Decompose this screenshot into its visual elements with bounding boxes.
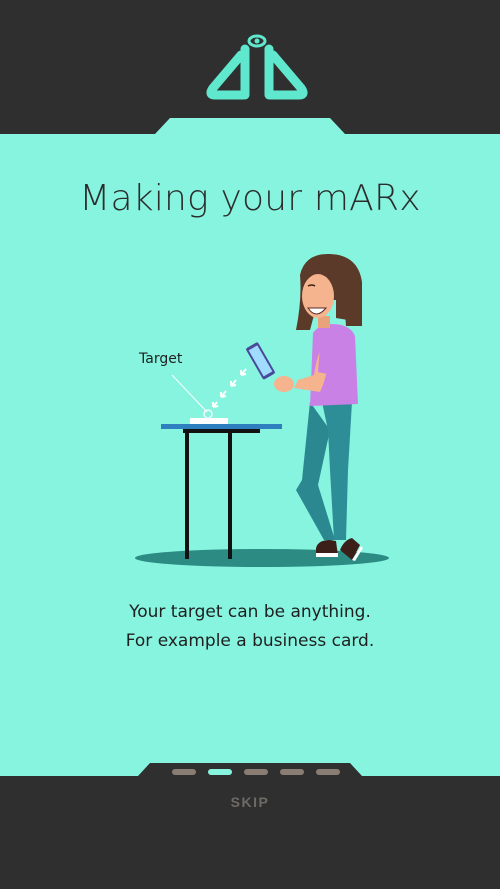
phone bbox=[246, 342, 275, 380]
page-dot-2[interactable] bbox=[208, 769, 232, 775]
target-label: Target bbox=[139, 351, 183, 367]
marx-logo-icon bbox=[206, 34, 308, 100]
scan-arrows bbox=[212, 368, 247, 408]
page-dot-1[interactable] bbox=[172, 769, 196, 775]
caption-line-2: For example a business card. bbox=[125, 631, 375, 651]
table bbox=[161, 424, 282, 559]
business-card bbox=[190, 418, 228, 424]
page-title: Making your mARx bbox=[79, 178, 421, 219]
page-indicator bbox=[172, 769, 340, 777]
page-dot-4[interactable] bbox=[280, 769, 304, 775]
illustration-woman-scanning-target bbox=[135, 253, 389, 567]
page-dot-5[interactable] bbox=[316, 769, 340, 775]
caption-line-1: Your target can be anything. bbox=[129, 602, 371, 622]
page-dot-3[interactable] bbox=[244, 769, 268, 775]
onboarding-screen: Making your mARx Target Your target can … bbox=[0, 0, 500, 889]
skip-button[interactable]: SKIP bbox=[0, 794, 500, 810]
